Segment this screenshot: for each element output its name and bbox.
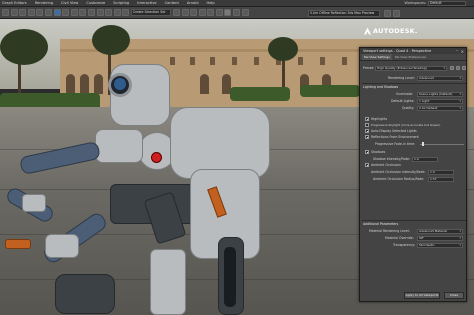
link-icon[interactable] (19, 9, 27, 16)
lighting-section-header: Lighting and Shadows (363, 85, 399, 89)
undo-icon[interactable] (2, 9, 9, 16)
highlights-checkbox[interactable] (365, 117, 369, 121)
redo-icon[interactable] (10, 9, 18, 16)
menu-content[interactable]: Content (165, 1, 179, 5)
autodesk-logo-icon (364, 27, 371, 35)
render-setup-icon[interactable] (233, 9, 241, 16)
refresh-preset-icon[interactable] (456, 66, 460, 70)
window-crossing-icon[interactable] (79, 9, 87, 16)
shadows-checkbox[interactable] (365, 150, 369, 154)
workspaces-dropdown[interactable]: Default (428, 1, 466, 6)
save-preset-icon[interactable] (450, 66, 454, 70)
menu-interactive[interactable]: Interactive (137, 1, 156, 5)
scale-icon[interactable] (105, 9, 113, 16)
render-preset-dropdown[interactable]: 5.0m Offline Reflection 3ds Max Preview (308, 9, 380, 17)
schematic-view-icon[interactable] (215, 9, 223, 16)
select-by-name-icon[interactable] (62, 9, 70, 16)
progressive-skylight-checkbox[interactable] (365, 123, 369, 127)
dialog-title-bar[interactable]: Viewport settings - Quad 4 - Perspective… (360, 48, 466, 54)
close-button[interactable]: Close (444, 292, 464, 299)
fade-in-time-label: Progressive Fade-in time: (375, 141, 416, 146)
ao-radius-label: Ambient Occlusion Radius/Fade: (373, 176, 425, 181)
quality-dropdown[interactable]: 2.0x Default (417, 105, 463, 111)
align-icon[interactable] (181, 9, 189, 16)
shadow-intensity-label: Shadow Intensity/Fade: (373, 156, 411, 161)
auto-display-lights-label: Auto Display Selected Lights (371, 128, 417, 133)
material-rendering-label: Material Rendering Level: (369, 228, 410, 233)
placement-icon[interactable] (113, 9, 121, 16)
auto-display-lights-checkbox[interactable] (365, 129, 369, 133)
ambient-occlusion-label: Ambient Occlusion (371, 162, 401, 167)
robot-red-light (151, 152, 162, 163)
menu-rendering[interactable]: Rendering (35, 1, 53, 5)
quality-label: Quality: (402, 106, 415, 110)
close-icon[interactable]: × (461, 49, 464, 54)
preset-menu-icon[interactable] (462, 66, 466, 70)
render-cloud-icon[interactable] (393, 9, 400, 17)
shadows-label: Shadows (371, 149, 386, 154)
dialog-tabs: Per-View Settings Per-View Preferences (360, 54, 466, 61)
preset-label: Preset: (363, 66, 375, 70)
menu-customize[interactable]: Customize (86, 1, 105, 5)
illumination-dropdown[interactable]: Scene Lights (Default) (417, 91, 463, 97)
ao-radius-input[interactable]: 1.57 (428, 176, 454, 182)
tab-per-view-settings[interactable]: Per-View Settings (362, 54, 392, 60)
illumination-label: Illuminate: (396, 92, 413, 96)
move-icon[interactable] (87, 9, 95, 16)
apply-to-all-viewports-button[interactable]: Apply to All Viewports (404, 292, 440, 299)
shadow-intensity-input[interactable]: 1.0 (412, 156, 438, 162)
main-toolbar: Create Selection Set 5.0m Offline Reflec… (0, 7, 474, 19)
selection-set-dropdown[interactable]: Create Selection Set (130, 9, 171, 16)
rendering-level-dropdown[interactable]: Advanced (417, 75, 463, 81)
selection-filter-icon[interactable] (44, 9, 52, 16)
curve-editor-icon[interactable] (207, 9, 215, 16)
ao-intensity-label: Ambient Occlusion Intensity/Fade: (371, 169, 426, 174)
menu-civil-view[interactable]: Civil View (61, 1, 78, 5)
menu-graph-editors[interactable]: Graph Editors (2, 1, 27, 5)
material-override-dropdown[interactable]: Off (417, 235, 463, 241)
workspaces-label: Workspaces: (404, 1, 426, 5)
robot-leg (150, 249, 186, 315)
transparency-dropdown[interactable]: Stochastic (417, 242, 463, 248)
fade-in-time-slider[interactable] (420, 144, 464, 145)
material-rendering-dropdown[interactable]: Advanced Material (417, 228, 463, 234)
autodesk-logo-text: AUTODESK. (373, 27, 418, 35)
ao-intensity-input[interactable]: 1.0 (428, 169, 454, 175)
preset-dropdown[interactable]: High Quality (Enhanced Shading) (375, 65, 447, 71)
material-editor-icon[interactable] (224, 9, 232, 16)
reference-coord-icon[interactable] (122, 9, 130, 16)
select-object-icon[interactable] (53, 9, 61, 16)
rotate-icon[interactable] (96, 9, 104, 16)
dialog-title: Viewport settings - Quad 4 - Perspective (363, 49, 432, 53)
reflections-checkbox[interactable] (365, 135, 369, 139)
menu-arnold[interactable]: Arnold (187, 1, 199, 5)
tab-per-view-preferences[interactable]: Per-View Preferences (393, 54, 428, 60)
minimize-icon[interactable]: – (456, 48, 458, 53)
rendering-level-label: Rendering Level: (388, 76, 415, 80)
additional-parameters-header: Additional Parameters (363, 222, 399, 226)
reflections-label: Reflections From Environment (371, 134, 419, 139)
menu-scripting[interactable]: Scripting (113, 1, 129, 5)
progressive-skylight-label: Progressive Skylight (more accurate but … (371, 122, 441, 127)
ribbon-icon[interactable] (198, 9, 206, 16)
ambient-occlusion-checkbox[interactable] (365, 163, 369, 167)
transparency-label: Transparency: (393, 242, 416, 247)
highlights-label: Highlights (371, 116, 388, 121)
render-icon[interactable] (384, 9, 391, 17)
viewport-settings-dialog: Viewport settings - Quad 4 - Perspective… (359, 47, 467, 302)
default-lights-dropdown[interactable]: 1 Light (417, 98, 463, 104)
material-override-label: Material Override: (385, 235, 414, 240)
autodesk-logo: AUTODESK. (364, 27, 418, 35)
mirror-icon[interactable] (172, 9, 180, 16)
bind-icon[interactable] (36, 9, 44, 16)
menu-help[interactable]: Help (207, 1, 215, 5)
layers-icon[interactable] (190, 9, 198, 16)
unlink-icon[interactable] (27, 9, 35, 16)
menu-bar: Graph Editors Rendering Civil View Custo… (0, 0, 474, 7)
rectangle-region-icon[interactable] (70, 9, 78, 16)
fade-in-time-slider-knob[interactable] (422, 142, 424, 146)
default-lights-label: Default Lights: (391, 99, 415, 103)
render-frame-icon[interactable] (241, 9, 249, 16)
